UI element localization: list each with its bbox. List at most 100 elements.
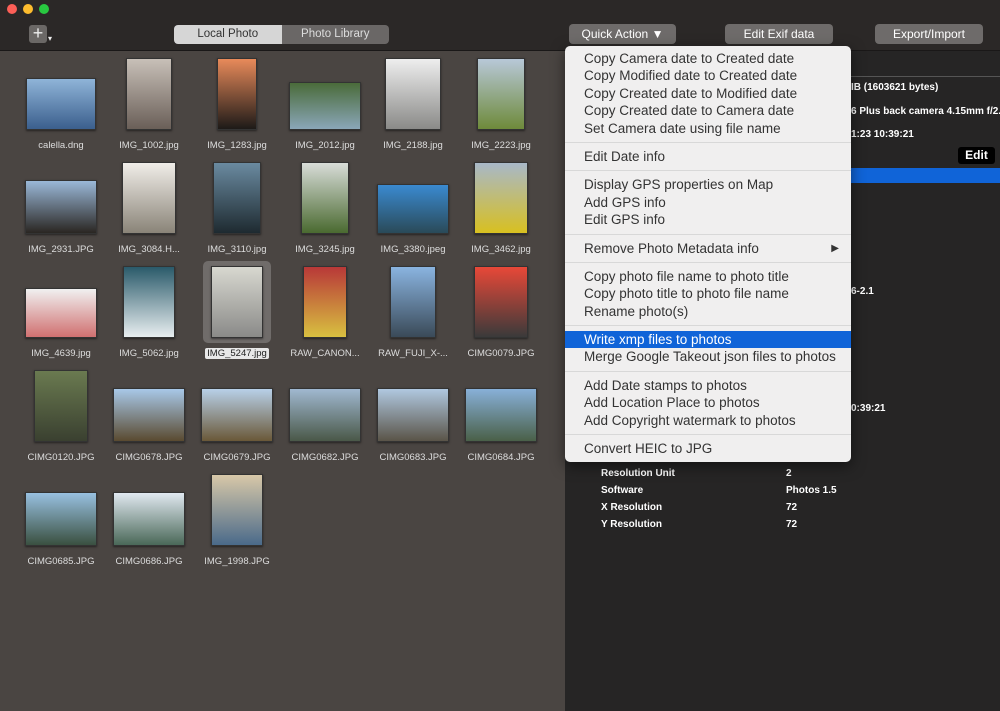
add-button[interactable]: + [29,24,47,43]
menu-item[interactable]: Add Location Place to photos [565,394,851,411]
photo-item[interactable]: IMG_2012.jpg [281,56,369,160]
chevron-down-icon[interactable]: ▾ [48,34,52,43]
menu-item[interactable]: Set Camera date using file name [565,120,851,137]
photo-grid: calella.dng IMG_1002.jpg IMG_1283.jpg IMG_2… [0,51,565,711]
tab-photo-library[interactable]: Photo Library [281,25,389,44]
menu-item[interactable]: Rename photo(s) [565,303,851,320]
menu-item[interactable]: Write xmp files to photos [565,331,851,349]
photo-item[interactable]: CIMG0684.JPG [457,368,545,472]
photo-filename: CIMG0684.JPG [467,452,535,463]
photo-thumbnail[interactable] [477,58,525,130]
menu-item[interactable]: Copy Created date to Modified date [565,85,851,102]
photo-thumbnail[interactable] [474,266,528,338]
photo-filename: IMG_4639.jpg [31,348,91,359]
photo-item[interactable]: CIMG0079.JPG [457,264,545,368]
photo-filename: IMG_2188.jpg [383,140,443,151]
photo-item[interactable]: IMG_1998.JPG [193,472,281,576]
photo-filename: IMG_3245.jpg [295,244,355,255]
photo-thumbnail[interactable] [25,288,97,338]
photo-thumbnail[interactable] [390,266,436,338]
photo-item[interactable]: CIMG0678.JPG [105,368,193,472]
exif-field-value: 72 [786,519,798,530]
photo-thumbnail[interactable] [211,474,263,546]
tab-local-photo[interactable]: Local Photo [174,25,282,44]
edit-exif-button[interactable]: Edit Exif data [725,24,833,44]
photo-item[interactable]: CIMG0685.JPG [17,472,105,576]
photo-item[interactable]: RAW_CANON... [281,264,369,368]
photo-item[interactable]: CIMG0120.JPG [17,368,105,472]
source-segmented-control: Local Photo Photo Library [174,25,389,44]
photo-item[interactable]: IMG_2931.JPG [17,160,105,264]
photo-thumbnail[interactable] [217,58,257,130]
photo-item[interactable]: RAW_FUJI_X-... [369,264,457,368]
photo-thumbnail[interactable] [25,180,97,234]
photo-thumbnail[interactable] [25,492,97,546]
toolbar: + ▾ Local Photo Photo Library Quick Acti… [0,18,1000,51]
menu-item[interactable]: Copy Camera date to Created date [565,50,851,67]
menu-item[interactable]: Copy photo file name to photo title [565,268,851,285]
photo-thumbnail[interactable] [126,58,172,130]
menu-item[interactable]: Add Date stamps to photos [565,377,851,394]
export-import-button[interactable]: Export/Import [875,24,983,44]
photo-item[interactable]: IMG_1002.jpg [105,56,193,160]
minimize-button[interactable] [23,4,33,14]
photo-item[interactable]: IMG_2188.jpg [369,56,457,160]
quick-action-button[interactable]: Quick Action ▼ [569,24,676,44]
photo-thumbnail[interactable] [113,388,185,442]
photo-item[interactable]: IMG_3110.jpg [193,160,281,264]
photo-thumbnail[interactable] [201,388,273,442]
photo-item[interactable]: IMG_4639.jpg [17,264,105,368]
photo-item[interactable]: IMG_3084.H... [105,160,193,264]
menu-item[interactable]: Remove Photo Metadata info ▶ [565,240,851,257]
menu-item[interactable]: Convert HEIC to JPG [565,440,851,457]
photo-item[interactable]: IMG_5062.jpg [105,264,193,368]
photo-thumbnail[interactable] [213,162,261,234]
photo-thumbnail[interactable] [113,492,185,546]
menu-item[interactable]: Edit Date info [565,148,851,165]
close-button[interactable] [7,4,17,14]
photo-thumbnail[interactable] [26,78,96,130]
photo-item[interactable]: CIMG0679.JPG [193,368,281,472]
photo-thumbnail[interactable] [123,266,175,338]
photo-filename: RAW_CANON... [290,348,360,359]
photo-thumbnail[interactable] [377,184,449,234]
photo-filename: IMG_1283.jpg [207,140,267,151]
photo-item[interactable]: IMG_1283.jpg [193,56,281,160]
photo-thumbnail[interactable] [34,370,88,442]
menu-item[interactable]: Display GPS properties on Map [565,176,851,193]
photo-thumbnail[interactable] [303,266,347,338]
menu-item[interactable]: Edit GPS info [565,211,851,228]
menu-item[interactable]: Copy Modified date to Created date [565,67,851,84]
menu-separator [565,233,851,235]
photo-filename: IMG_3380.jpeg [380,244,446,255]
photo-item[interactable]: CIMG0686.JPG [105,472,193,576]
photo-item[interactable]: IMG_3245.jpg [281,160,369,264]
photo-thumbnail[interactable] [377,388,449,442]
photo-item[interactable]: CIMG0682.JPG [281,368,369,472]
date-value: 1:23 10:39:21 [851,129,914,140]
edit-button[interactable]: Edit [958,147,995,164]
photo-thumbnail[interactable] [465,388,537,442]
photo-filename: IMG_5247.jpg [205,348,269,359]
photo-item[interactable]: calella.dng [17,56,105,160]
menu-item[interactable]: Add GPS info [565,194,851,211]
photo-thumbnail[interactable] [211,266,263,338]
menu-item[interactable]: Copy photo title to photo file name [565,285,851,302]
zoom-button[interactable] [39,4,49,14]
menu-item[interactable]: Merge Google Takeout json files to photo… [565,348,851,365]
photo-item[interactable]: IMG_3380.jpeg [369,160,457,264]
menu-item[interactable]: Copy Created date to Camera date [565,102,851,119]
photo-thumbnail[interactable] [289,388,361,442]
photo-thumbnail[interactable] [301,162,349,234]
photo-item[interactable]: IMG_2223.jpg [457,56,545,160]
photo-thumbnail[interactable] [474,162,528,234]
photo-thumbnail[interactable] [289,82,361,130]
menu-item[interactable]: Add Copyright watermark to photos [565,412,851,429]
photo-item[interactable]: CIMG0683.JPG [369,368,457,472]
quick-action-menu: Copy Camera date to Created date Copy Mod… [565,46,851,462]
photo-item[interactable]: IMG_3462.jpg [457,160,545,264]
photo-item[interactable]: IMG_5247.jpg [193,261,281,368]
photo-filename: CIMG0679.JPG [203,452,271,463]
photo-thumbnail[interactable] [122,162,176,234]
photo-thumbnail[interactable] [385,58,441,130]
